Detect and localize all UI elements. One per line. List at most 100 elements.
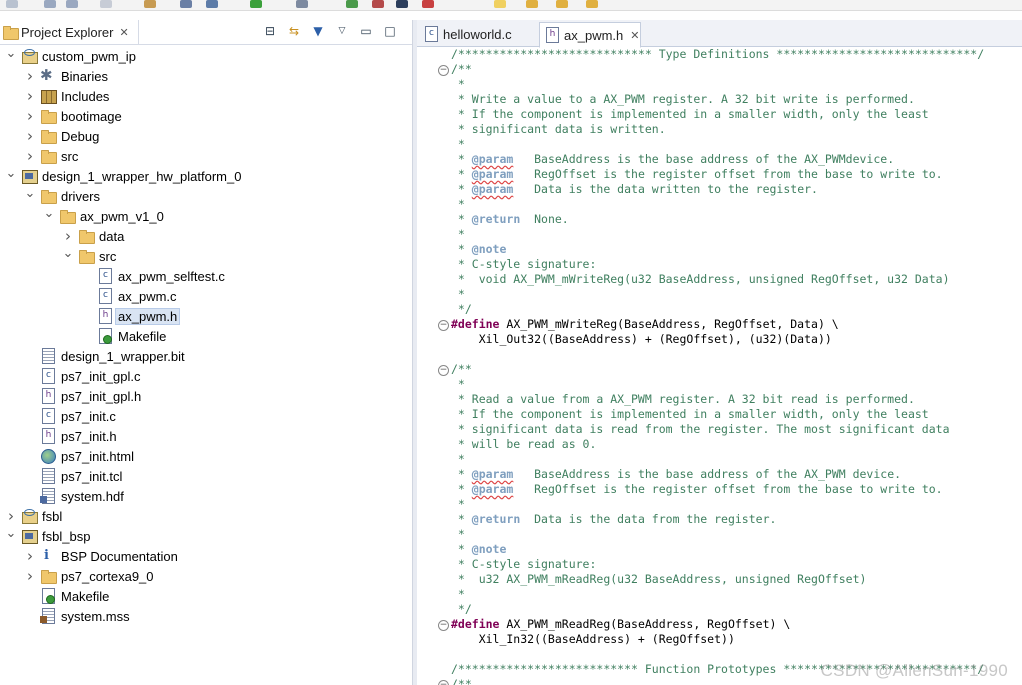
tree-item[interactable]: › Debug: [0, 126, 99, 146]
code-line: * If the component is implemented in a s…: [451, 407, 929, 421]
tree-item[interactable]: Makefile: [0, 586, 109, 606]
save-icon[interactable]: [44, 0, 56, 8]
view-menu-icon[interactable]: ▽: [334, 23, 350, 39]
h-file-icon: [40, 428, 56, 444]
file-icon: [40, 468, 56, 484]
tool-icon[interactable]: [346, 0, 358, 8]
tree-item[interactable]: ⌄ custom_pwm_ip: [0, 46, 136, 66]
tree-item-label: ps7_init.c: [61, 408, 116, 424]
folder-icon: [78, 248, 95, 264]
tree-item[interactable]: ax_pwm_selftest.c: [0, 266, 225, 286]
binary-icon[interactable]: [180, 0, 192, 8]
tree-item-label: ps7_cortexa9_0: [61, 568, 154, 584]
tree-item[interactable]: system.mss: [0, 606, 130, 626]
nav-icon[interactable]: [586, 0, 598, 8]
tree-item[interactable]: › Includes: [0, 86, 109, 106]
back-icon[interactable]: [526, 0, 538, 8]
tree-item[interactable]: ax_pwm.h: [0, 306, 181, 326]
tree-item[interactable]: ps7_init.html: [0, 446, 134, 466]
makefile-icon: [40, 588, 56, 604]
tree-item[interactable]: › BSP Documentation: [0, 546, 178, 566]
hammer-icon[interactable]: [144, 0, 156, 8]
fold-toggle-icon[interactable]: −: [438, 365, 449, 376]
tree-item-label: system.hdf: [61, 488, 124, 504]
save-all-icon[interactable]: [66, 0, 78, 8]
tab-helloworld-c[interactable]: helloworld.c: [421, 22, 535, 46]
tree-item[interactable]: ⌄ src: [0, 246, 116, 266]
tree-item-label: ax_pwm_selftest.c: [118, 268, 225, 284]
tree-item[interactable]: ps7_init_gpl.c: [0, 366, 141, 386]
chevron-right-icon[interactable]: ›: [23, 126, 37, 146]
chevron-down-icon[interactable]: ⌄: [4, 163, 18, 183]
code-line: * @note: [451, 542, 507, 556]
fold-toggle-icon[interactable]: −: [438, 680, 449, 685]
chevron-down-icon[interactable]: ⌄: [61, 243, 75, 263]
tree-item-label: design_1_wrapper_hw_platform_0: [42, 168, 242, 184]
minimize-icon[interactable]: ▭: [358, 23, 374, 39]
tree-item[interactable]: Makefile: [0, 326, 166, 346]
fold-toggle-icon[interactable]: −: [438, 65, 449, 76]
c-file-icon: [97, 268, 113, 284]
chevron-right-icon[interactable]: ›: [23, 146, 37, 166]
debug-icon[interactable]: [296, 0, 308, 8]
code-line: * @param BaseAddress is the base address…: [451, 467, 902, 481]
tree-item-label: ps7_init_gpl.h: [61, 388, 142, 404]
target-icon[interactable]: [100, 0, 112, 8]
chevron-right-icon[interactable]: ›: [23, 106, 37, 126]
code-area[interactable]: /**************************** Type Defin…: [417, 47, 1022, 685]
chevron-down-icon[interactable]: ⌄: [42, 203, 56, 223]
close-icon[interactable]: ✕: [119, 26, 128, 39]
tree-item[interactable]: design_1_wrapper.bit: [0, 346, 185, 366]
tree-item[interactable]: ps7_init_gpl.h: [0, 386, 141, 406]
maximize-icon[interactable]: □: [382, 23, 398, 39]
tree-item[interactable]: ⌄ ax_pwm_v1_0: [0, 206, 164, 226]
chevron-right-icon[interactable]: ›: [23, 86, 37, 106]
code-line: */: [451, 602, 472, 616]
c-file-icon: [423, 26, 439, 42]
project-explorer-tabbar: Project Explorer ✕ ⊟ ⇆ ▼ ▽ ▭ □: [0, 20, 412, 45]
tree-item[interactable]: › bootimage: [0, 106, 122, 126]
fold-toggle-icon[interactable]: −: [438, 320, 449, 331]
forward-icon[interactable]: [556, 0, 568, 8]
collapse-all-icon[interactable]: ⊟: [262, 23, 278, 39]
code-line: /**: [451, 362, 472, 376]
program-fpga-icon[interactable]: [206, 0, 218, 8]
tool-icon[interactable]: [396, 0, 408, 8]
chevron-right-icon[interactable]: ›: [23, 566, 37, 586]
fold-toggle-icon[interactable]: −: [438, 620, 449, 631]
chevron-down-icon[interactable]: ⌄: [4, 523, 18, 543]
tree-item[interactable]: ⌄ fsbl_bsp: [0, 526, 90, 546]
tab-ax-pwm-h[interactable]: ax_pwm.h ✕: [539, 22, 641, 48]
highlight-icon[interactable]: [494, 0, 506, 8]
tree-item-label: ax_pwm_v1_0: [80, 208, 164, 224]
tab-project-explorer[interactable]: Project Explorer ✕: [0, 20, 139, 44]
chevron-down-icon[interactable]: ⌄: [23, 183, 37, 203]
project-explorer-panel: Project Explorer ✕ ⊟ ⇆ ▼ ▽ ▭ □ ⌄ custom_p…: [0, 20, 412, 685]
code-line: * @param RegOffset is the register offse…: [451, 167, 943, 181]
editor-tabbar: helloworld.c ax_pwm.h ✕: [417, 20, 1022, 48]
run-icon[interactable]: [250, 0, 262, 8]
tree-item-label: ps7_init.html: [61, 448, 134, 464]
filter-icon[interactable]: ▼: [310, 23, 326, 39]
tool-icon[interactable]: [372, 0, 384, 8]
tree-item[interactable]: ax_pwm.c: [0, 286, 177, 306]
h-file-icon: [97, 308, 113, 324]
chevron-down-icon[interactable]: ⌄: [4, 43, 18, 63]
new-icon[interactable]: [6, 0, 18, 8]
tree-item[interactable]: › Binaries: [0, 66, 108, 86]
close-icon[interactable]: ✕: [630, 29, 639, 42]
code-line: *: [451, 497, 465, 511]
chevron-right-icon[interactable]: ›: [23, 546, 37, 566]
tree-item[interactable]: system.hdf: [0, 486, 124, 506]
tree-item[interactable]: ps7_init.c: [0, 406, 116, 426]
tree-item[interactable]: › ps7_cortexa9_0: [0, 566, 154, 586]
tree-item[interactable]: ps7_init.h: [0, 426, 117, 446]
stop-icon[interactable]: [422, 0, 434, 8]
link-editor-icon[interactable]: ⇆: [286, 23, 302, 39]
tree-item[interactable]: ps7_init.tcl: [0, 466, 122, 486]
chevron-right-icon[interactable]: ›: [23, 66, 37, 86]
